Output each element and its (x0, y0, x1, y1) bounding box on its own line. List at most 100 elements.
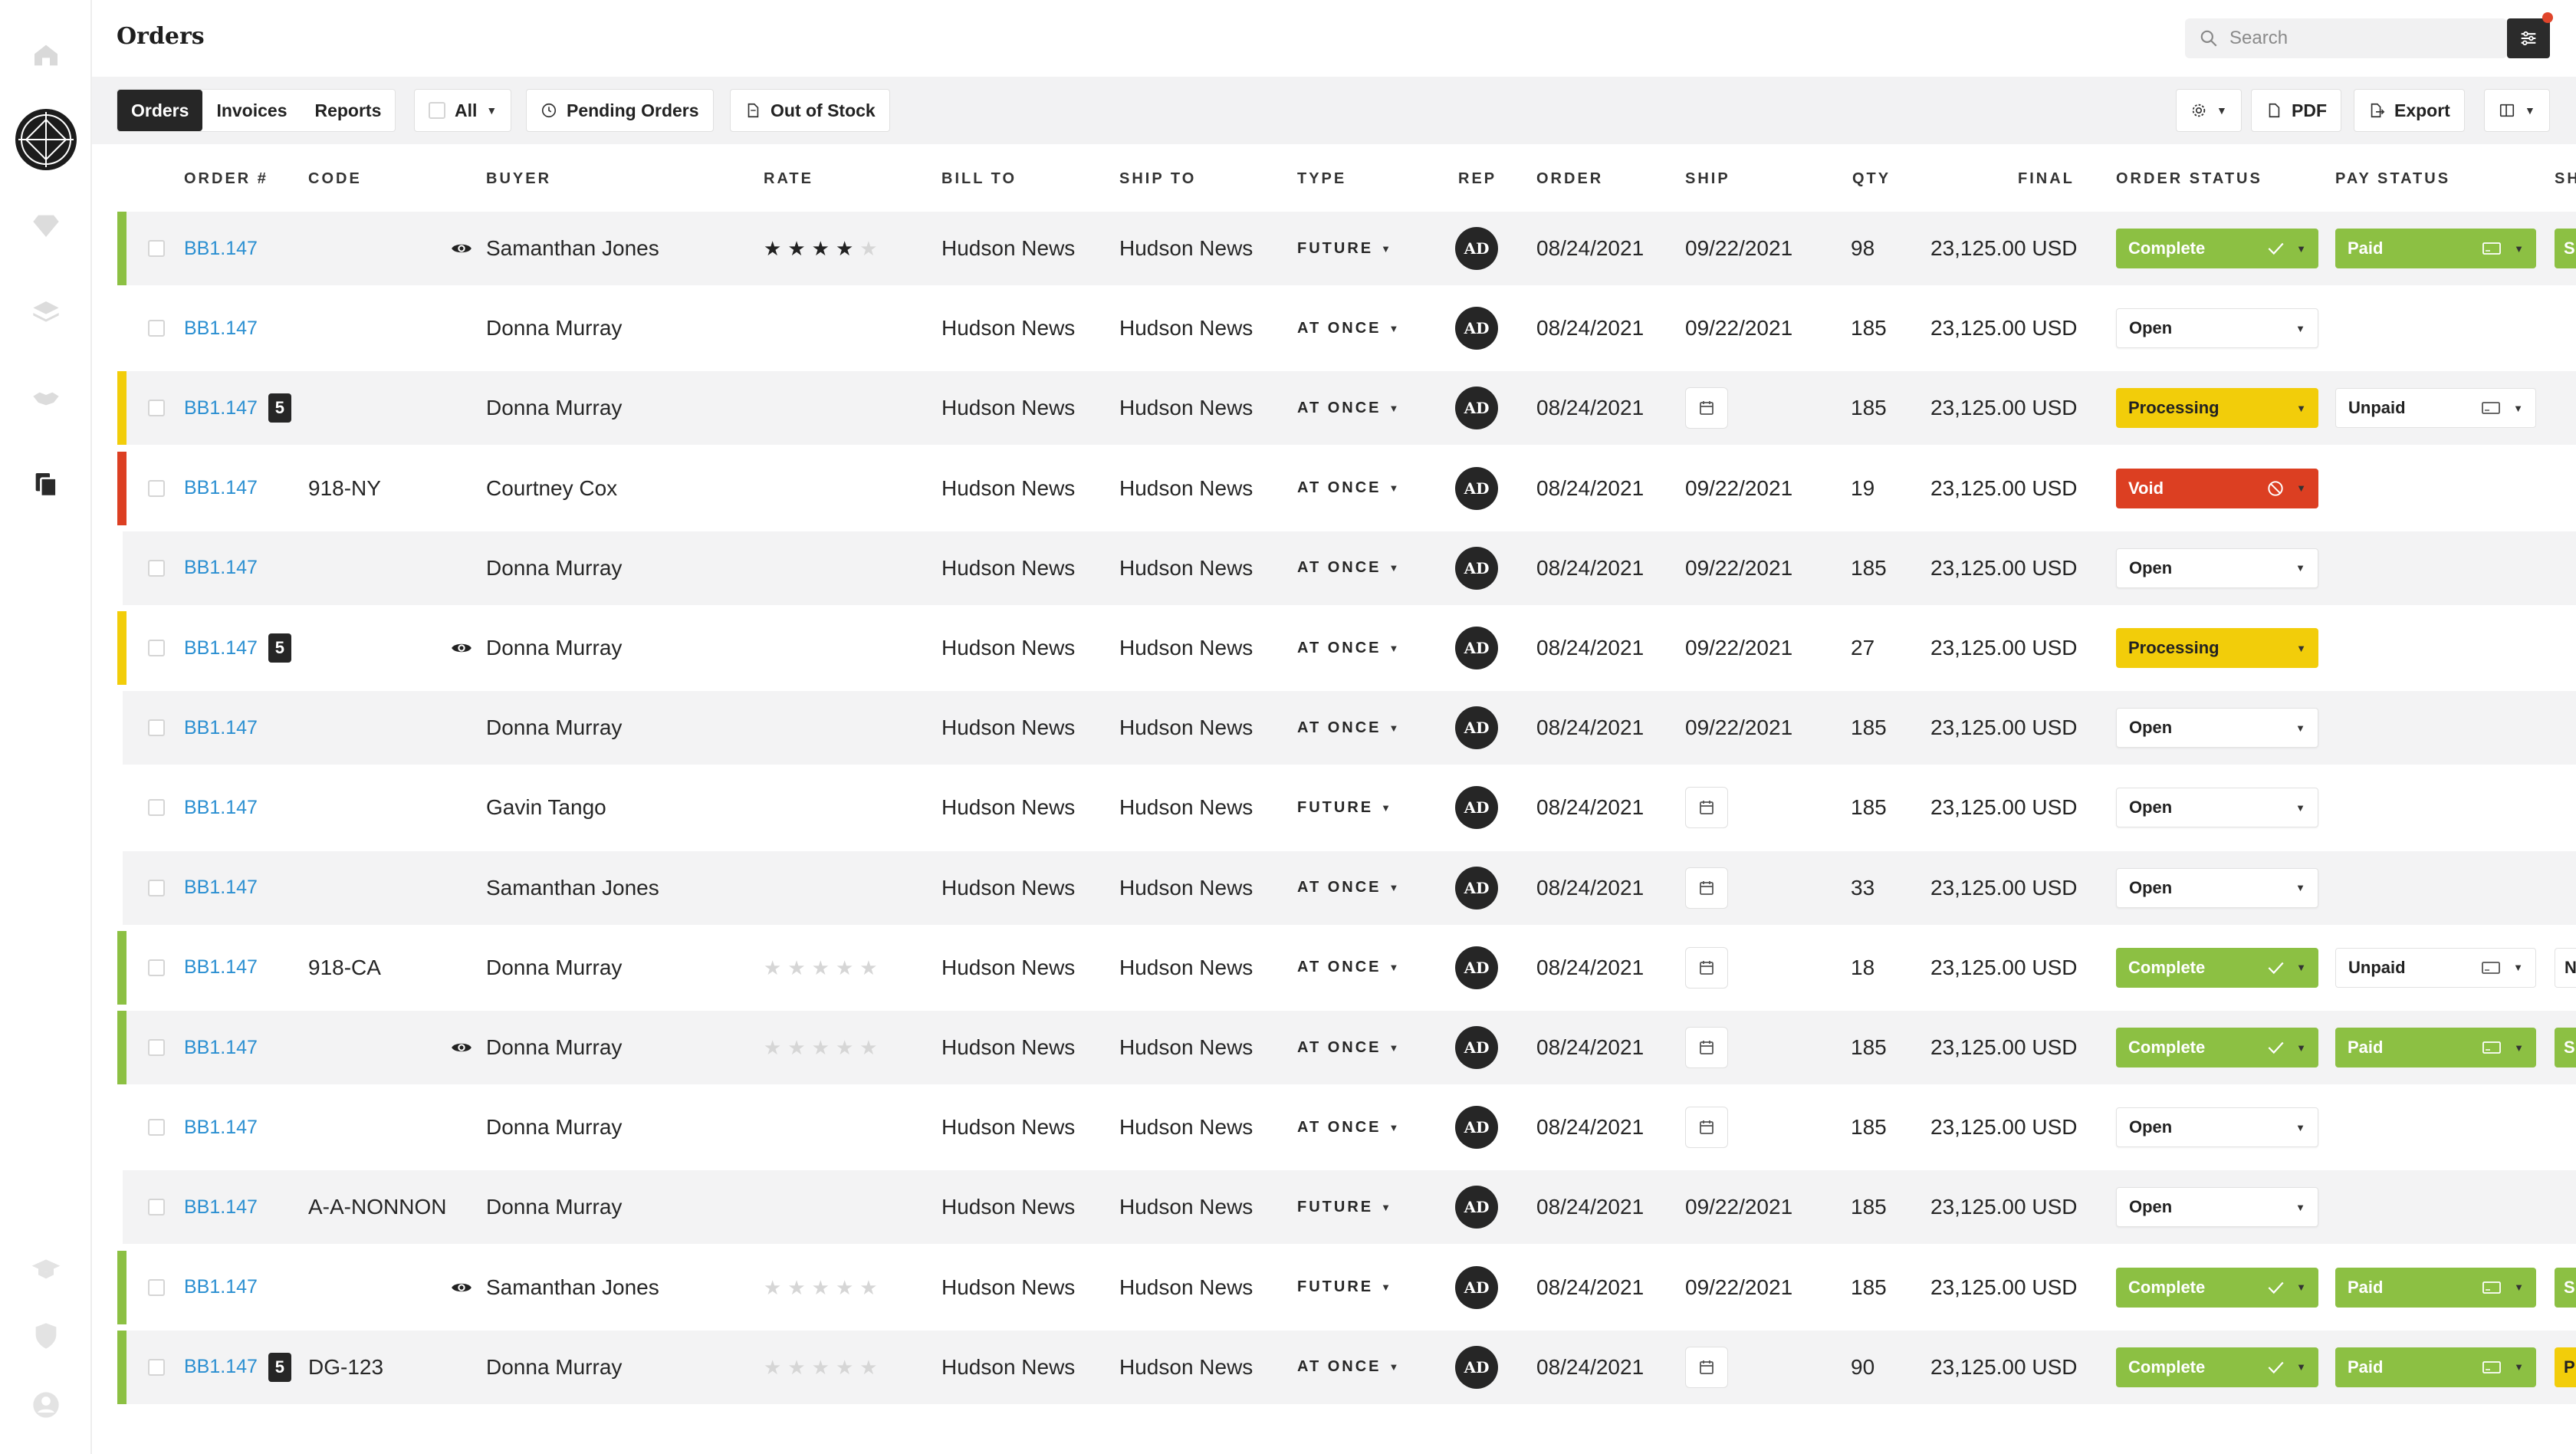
row-checkbox[interactable] (148, 959, 165, 976)
ship-status-dropdown[interactable]: S (2555, 229, 2576, 268)
type-dropdown[interactable]: AT ONCE ▼ (1297, 371, 1401, 445)
table-row[interactable]: BB1.147 5 DG-123 Donna Murray ★ ★ ★ ★ ★ Hudson Ne… (117, 1330, 2576, 1404)
order-status-dropdown[interactable]: Open ▼ (2116, 548, 2318, 588)
order-status-dropdown[interactable]: Open ▼ (2116, 867, 2318, 908)
type-dropdown[interactable]: FUTURE ▼ (1297, 771, 1393, 844)
order-number-link[interactable]: BB1.147 (184, 877, 258, 899)
order-number-link[interactable]: BB1.147 (184, 1276, 258, 1298)
rep-avatar[interactable]: AD (1455, 946, 1498, 989)
table-row[interactable]: BB1.147 5 Donna Murray Hudson News Hudson Ne… (117, 611, 2576, 685)
order-status-dropdown[interactable]: Open ▼ (2116, 308, 2318, 349)
set-ship-date-button[interactable] (1685, 946, 1728, 989)
order-status-dropdown[interactable]: Void ▼ (2116, 468, 2318, 508)
row-checkbox[interactable] (148, 799, 165, 817)
star-icon[interactable]: ★ (812, 238, 830, 258)
row-checkbox[interactable] (148, 1358, 165, 1376)
rating-stars[interactable]: ★ ★ ★ ★ ★ (764, 1331, 878, 1404)
star-icon[interactable]: ★ (859, 1038, 877, 1058)
star-icon[interactable]: ★ (859, 1357, 877, 1377)
order-number-link[interactable]: BB1.147 (184, 397, 258, 419)
header-bill-to[interactable]: BILL TO (941, 170, 1017, 188)
header-final[interactable]: FINAL (2018, 170, 2075, 188)
table-row[interactable]: BB1.147 Donna Murray Hudson News Hudson New… (123, 291, 2576, 365)
header-order-status[interactable]: ORDER STATUS (2116, 170, 2262, 188)
type-dropdown[interactable]: AT ONCE ▼ (1297, 452, 1401, 525)
set-ship-date-button[interactable] (1685, 1107, 1728, 1149)
set-ship-date-button[interactable] (1685, 387, 1728, 429)
home-icon[interactable] (28, 37, 64, 74)
ship-status-dropdown[interactable]: S (2555, 1267, 2576, 1308)
handshake-icon[interactable] (28, 380, 64, 417)
star-icon[interactable]: ★ (836, 1038, 853, 1058)
search-box[interactable] (2185, 18, 2507, 58)
ship-status-dropdown[interactable]: N (2555, 947, 2576, 988)
rep-avatar[interactable]: AD (1455, 786, 1498, 830)
star-icon[interactable]: ★ (764, 1038, 781, 1058)
filter-settings-button[interactable] (2507, 18, 2550, 58)
shield-icon[interactable] (28, 1317, 64, 1354)
rating-stars[interactable]: ★ ★ ★ ★ ★ (764, 212, 878, 285)
view-order-button[interactable] (451, 1251, 472, 1324)
view-order-button[interactable] (451, 212, 472, 285)
table-row[interactable]: BB1.147 Samanthan Jones ★ ★ ★ ★ ★ Hudson News Hu… (117, 1250, 2576, 1324)
rating-stars[interactable]: ★ ★ ★ ★ ★ (764, 1011, 878, 1084)
row-checkbox[interactable] (148, 479, 165, 497)
type-dropdown[interactable]: AT ONCE ▼ (1297, 611, 1401, 685)
table-row[interactable]: BB1.147 918-CA Donna Murray ★ ★ ★ ★ ★ Hudson New… (117, 930, 2576, 1005)
select-all-checkbox[interactable] (429, 102, 445, 119)
table-row[interactable]: BB1.147 5 Donna Murray Hudson News Hudson Ne… (117, 371, 2576, 446)
order-status-dropdown[interactable]: Complete ▼ (2116, 1267, 2318, 1308)
order-number-link[interactable]: BB1.147 (184, 797, 258, 819)
star-icon[interactable]: ★ (787, 1278, 805, 1298)
order-number-link[interactable]: BB1.147 (184, 1117, 258, 1139)
row-checkbox[interactable] (148, 719, 165, 737)
header-code[interactable]: CODE (308, 170, 362, 188)
pay-status-dropdown[interactable]: Unpaid ▼ (2335, 388, 2536, 429)
star-icon[interactable]: ★ (836, 238, 853, 258)
table-row[interactable]: BB1.147 Samanthan Jones Hudson News Hudson … (123, 850, 2576, 925)
layers-icon[interactable] (28, 294, 64, 331)
set-ship-date-button[interactable] (1685, 867, 1728, 909)
star-icon[interactable]: ★ (812, 958, 830, 978)
out-of-stock-button[interactable]: Out of Stock (730, 89, 890, 132)
type-dropdown[interactable]: AT ONCE ▼ (1297, 291, 1401, 365)
graduation-cap-icon[interactable] (28, 1250, 64, 1287)
table-row[interactable]: BB1.147 Donna Murray Hudson News Hudson New… (123, 1090, 2576, 1164)
rep-avatar[interactable]: AD (1455, 546, 1498, 590)
row-checkbox[interactable] (148, 320, 165, 337)
table-row[interactable]: BB1.147 918-NY Courtney Cox Hudson News Huds… (117, 451, 2576, 525)
row-checkbox[interactable] (148, 1278, 165, 1296)
pay-status-dropdown[interactable]: Paid ▼ (2335, 1347, 2536, 1387)
order-number-link[interactable]: BB1.147 (184, 717, 258, 739)
pay-status-dropdown[interactable]: Unpaid ▼ (2335, 947, 2536, 988)
order-status-dropdown[interactable]: Complete ▼ (2116, 229, 2318, 268)
set-ship-date-button[interactable] (1685, 1346, 1728, 1388)
type-dropdown[interactable]: AT ONCE ▼ (1297, 1011, 1401, 1084)
rep-avatar[interactable]: AD (1455, 1186, 1498, 1229)
rep-avatar[interactable]: AD (1455, 706, 1498, 750)
row-checkbox[interactable] (148, 1039, 165, 1056)
order-status-dropdown[interactable]: Complete ▼ (2116, 1028, 2318, 1067)
row-checkbox[interactable] (148, 559, 165, 577)
table-row[interactable]: BB1.147 A-A-NONNON Donna Murray Hudson News… (123, 1170, 2576, 1245)
rating-stars[interactable]: ★ ★ ★ ★ ★ (764, 1251, 878, 1324)
star-icon[interactable]: ★ (836, 1357, 853, 1377)
star-icon[interactable]: ★ (859, 958, 877, 978)
header-rep[interactable]: REP (1458, 170, 1497, 188)
columns-layout-dropdown[interactable]: ▼ (2484, 89, 2550, 132)
ship-status-dropdown[interactable]: P (2555, 1347, 2576, 1387)
pay-status-dropdown[interactable]: Paid ▼ (2335, 1028, 2536, 1067)
rep-avatar[interactable]: AD (1455, 866, 1498, 910)
star-icon[interactable]: ★ (836, 958, 853, 978)
header-buyer[interactable]: BUYER (486, 170, 551, 188)
type-dropdown[interactable]: AT ONCE ▼ (1297, 851, 1401, 925)
settings-dropdown[interactable]: ▼ (2176, 89, 2242, 132)
row-checkbox[interactable] (148, 1199, 165, 1216)
type-dropdown[interactable]: FUTURE ▼ (1297, 1251, 1393, 1324)
row-checkbox[interactable] (148, 640, 165, 656)
header-order-date[interactable]: ORDER (1536, 170, 1603, 188)
view-order-button[interactable] (451, 611, 472, 685)
table-row[interactable]: BB1.147 Gavin Tango Hudson News Hudson News… (123, 771, 2576, 844)
star-icon[interactable]: ★ (787, 958, 805, 978)
order-status-dropdown[interactable]: Processing ▼ (2116, 628, 2318, 668)
